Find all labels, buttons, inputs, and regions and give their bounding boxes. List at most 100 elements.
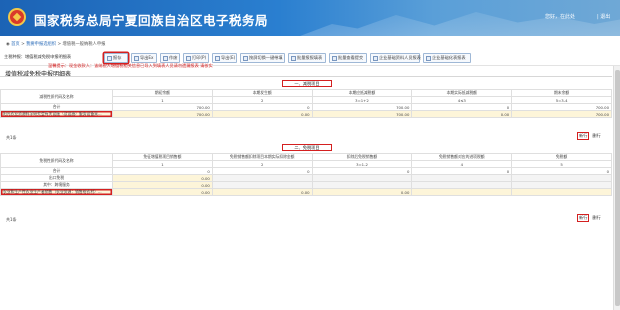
column-header: 免税性质代码及名称 [0, 153, 113, 168]
view-icon [332, 55, 337, 61]
cell-input[interactable]: 700.00 [112, 110, 213, 118]
warning-tip: 温馨提示：现金收款人：该纳税人增值税相关信息已导入到填表人员请勿遗漏报表 请核实 [48, 63, 213, 68]
reduction-type-select[interactable]: 阳光农业资源科学研究会有关设施（及设施）服务设备采... [0, 110, 113, 118]
breadcrumb: ◉ 首页 > 我要申报选组织 > 增值税一般纳税人申报 [6, 41, 105, 47]
disabled-cell [411, 181, 513, 189]
logout-link[interactable]: | 退出 [597, 13, 610, 20]
excel-icon [134, 55, 139, 61]
column-header: 本期实际抵减税额 [411, 89, 513, 97]
cell-input[interactable]: 700.00 [311, 110, 413, 118]
add-row-button[interactable]: 新行 [577, 132, 590, 140]
void-icon [163, 55, 168, 61]
reduction-table: 减税性质代码及名称 期初余额 本期发生额 本期应抵减税额 本期实际抵减税额 期末… [0, 89, 612, 118]
disabled-cell [211, 174, 313, 182]
vertical-scrollbar[interactable] [613, 66, 620, 310]
column-number: 4≤3 [411, 96, 513, 104]
export-label: 出口免税 [0, 174, 113, 182]
export-value-input[interactable]: 0.00 [112, 174, 213, 182]
row-count: 共1条 [6, 217, 17, 222]
table-header-row: 免税性质代码及名称 免征增值税项目销售额 免税销售额扣除项目本期实际扣除金额 扣… [0, 153, 612, 168]
add-row-button[interactable]: 新行 [577, 214, 590, 222]
delete-row-button[interactable]: 删行 [592, 215, 600, 221]
batch-view-button[interactable]: 批量查看提交 [329, 53, 367, 63]
total-cell: 0 [211, 103, 313, 111]
section-heading-reduction: 一、减税项目 [282, 80, 332, 87]
export-excel-label: 导出Ex [140, 55, 154, 60]
total-cell: 0 [511, 167, 612, 175]
batch-view-label: 批量查看提交 [338, 55, 364, 60]
row-actions: 新行 删行 [577, 214, 601, 222]
batch-icon [291, 55, 296, 61]
cell-input[interactable] [411, 188, 513, 196]
print-label: 打印(P) [192, 55, 207, 60]
void-button[interactable]: 作废 [160, 53, 180, 63]
user-greeting[interactable]: 您好，在此处 [545, 13, 575, 20]
cross-border-row: 其中：跨境服务 0.00 [0, 181, 612, 189]
scrollbar-thumb[interactable] [615, 70, 620, 306]
column-header: 期末余额 [511, 89, 612, 97]
total-cell: 700.00 [511, 103, 612, 111]
header-banner: 国家税务总局宁夏回族自治区电子税务局 您好，在此处 | 退出 [0, 0, 620, 36]
export-button[interactable]: 导出(E) [212, 53, 237, 63]
total-cell: 0 [411, 167, 513, 175]
toolbar-label: 主税种报：增值税减免税申报明细表 [4, 54, 72, 59]
save-label: 报存 [113, 55, 122, 60]
row-count: 共1条 [6, 135, 17, 140]
total-row: 合计 700.00 0 700.00 0 700.00 [0, 103, 612, 111]
column-number: 2 [211, 96, 313, 104]
total-label: 合计 [0, 167, 113, 175]
cross-border-label: 其中：跨境服务 [0, 181, 113, 189]
enterprise-staff-button[interactable]: 企业基础资料人员报表 [370, 53, 421, 63]
cell-input[interactable]: 0.00 [311, 188, 413, 196]
column-header: 免税额 [511, 153, 612, 161]
table-header-row: 减税性质代码及名称 期初余额 本期发生额 本期应抵减税额 本期实际抵减税额 期末… [0, 89, 612, 104]
cell-input[interactable]: 700.00 [511, 110, 612, 118]
breadcrumb-section[interactable]: 我要申报选组织 [26, 42, 56, 47]
column-number: 2 [211, 160, 313, 168]
print-button[interactable]: 打印(P) [183, 53, 209, 63]
export-excel-button[interactable]: 导出Ex [131, 53, 157, 63]
cell-input[interactable]: 0.00 [112, 188, 213, 196]
column-header: 扣除后免税销售额 [311, 153, 413, 161]
breadcrumb-current: 增值税一般纳税人申报 [62, 42, 106, 47]
disabled-cell [211, 181, 313, 189]
cross-border-value-input[interactable]: 0.00 [112, 181, 213, 189]
total-cell: 700.00 [112, 103, 213, 111]
quick-fill-button[interactable]: 按屏切换一键带填 [240, 53, 285, 63]
staff-icon [373, 55, 378, 61]
enterprise-report-button[interactable]: 企业基础化表报表 [423, 53, 471, 63]
column-number: 5=3-4 [511, 96, 612, 104]
cell-input[interactable]: 0.00 [211, 188, 313, 196]
column-header: 期初余额 [112, 89, 213, 97]
table-row: 阳光农业资源科学研究会有关设施（及设施）服务设备采... 700.00 0.00… [0, 110, 612, 118]
mountain-decoration [300, 12, 620, 36]
export-icon [215, 55, 220, 61]
total-cell: 0 [411, 103, 513, 111]
void-label: 作废 [169, 55, 178, 60]
cell-input[interactable]: 0.00 [211, 110, 313, 118]
column-number: 1 [112, 160, 213, 168]
total-row: 合计 0 0 0 0 0 [0, 167, 612, 175]
batch-fill-label: 批量报报填表 [297, 55, 323, 60]
breadcrumb-home[interactable]: 首页 [11, 42, 20, 47]
cell-input[interactable] [511, 188, 612, 196]
disabled-cell [511, 181, 612, 189]
batch-fill-button[interactable]: 批量报报填表 [288, 53, 326, 63]
delete-row-button[interactable]: 删行 [592, 133, 600, 139]
exemption-type-select[interactable]: 农业和生产性农业生产者销售（农业资源：销售给农村）... [0, 188, 113, 196]
column-header: 本期发生额 [211, 89, 313, 97]
report-icon [426, 55, 431, 61]
site-title: 国家税务总局宁夏回族自治区电子税务局 [34, 13, 269, 28]
total-label: 合计 [0, 103, 113, 111]
column-header: 本期应抵减税额 [311, 89, 413, 97]
column-number: 4 [411, 160, 513, 168]
enterprise-staff-label: 企业基础资料人员报表 [379, 55, 421, 60]
disabled-cell [411, 174, 513, 182]
total-cell: 0 [311, 167, 413, 175]
tax-emblem-icon [8, 8, 26, 26]
cell-input[interactable]: 0.00 [411, 110, 513, 118]
export-row: 出口免税 0.00 [0, 174, 612, 182]
save-button[interactable]: 报存 [104, 53, 128, 63]
table-row: 农业和生产性农业生产者销售（农业资源：销售给农村）... 0.00 0.00 0… [0, 188, 612, 196]
column-number: 5 [511, 160, 612, 168]
